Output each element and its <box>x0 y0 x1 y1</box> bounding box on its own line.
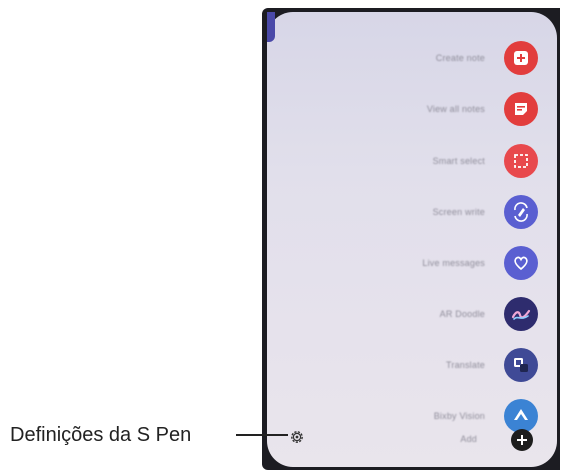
settings-gear-icon[interactable] <box>289 429 305 445</box>
translate-icon <box>504 348 538 382</box>
menu-item-smart-select[interactable]: Smart select <box>267 142 557 180</box>
ar-doodle-icon <box>504 297 538 331</box>
menu-item-label: Translate <box>446 360 485 370</box>
menu-item-screen-write[interactable]: Screen write <box>267 193 557 231</box>
menu-item-add[interactable]: Add <box>267 420 557 458</box>
view-notes-icon <box>504 92 538 126</box>
create-note-icon <box>504 41 538 75</box>
panel-edge <box>267 12 275 42</box>
screen-write-icon <box>504 195 538 229</box>
add-icon <box>511 429 533 451</box>
callout-label: Definições da S Pen <box>10 424 192 446</box>
smart-select-icon <box>504 144 538 178</box>
menu-item-create-note[interactable]: Create note <box>267 39 557 77</box>
menu-item-label: Screen write <box>432 207 485 217</box>
menu-item-ar-doodle[interactable]: AR Doodle <box>267 295 557 333</box>
menu-item-view-all-notes[interactable]: View all notes <box>267 90 557 128</box>
menu-item-label: Smart select <box>432 156 485 166</box>
menu-item-label: View all notes <box>426 104 485 114</box>
callout-leader-line <box>236 434 288 436</box>
menu-item-label: AR Doodle <box>439 309 485 319</box>
menu-item-live-messages[interactable]: Live messages <box>267 244 557 282</box>
menu-item-translate[interactable]: Translate <box>267 346 557 384</box>
air-command-panel: Create note View all notes Smart select … <box>267 12 557 467</box>
menu-item-label: Create note <box>435 53 485 63</box>
menu-item-label: Add <box>460 434 477 444</box>
menu-item-label: Live messages <box>422 258 485 268</box>
live-messages-icon <box>504 246 538 280</box>
